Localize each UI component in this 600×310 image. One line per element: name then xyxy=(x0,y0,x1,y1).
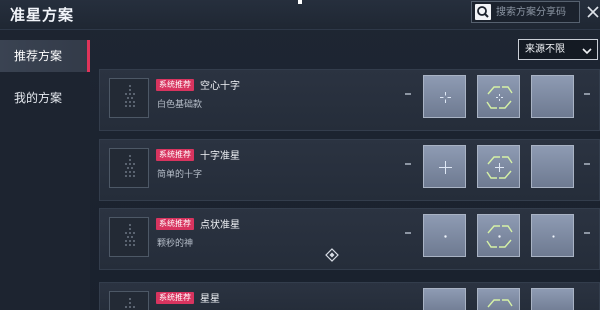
preview-center-crosshair xyxy=(423,288,466,310)
plan-card-dot[interactable]: 系统推荐 点状准星 颗秒的神 xyxy=(99,208,600,270)
preview-empty xyxy=(531,214,574,257)
divider-dash xyxy=(584,93,590,95)
source-filter-value: 来源不限 xyxy=(525,44,565,55)
plan-title: 空心十字 xyxy=(200,81,240,92)
diamond-icon xyxy=(325,247,339,262)
divider-dash xyxy=(584,163,590,165)
system-recommend-tag: 系统推荐 xyxy=(156,79,194,91)
crosshair-thumbnail xyxy=(109,291,149,310)
divider-dash xyxy=(405,163,411,165)
plan-card-cross[interactable]: 系统推荐 十字准星 简单的十字 xyxy=(99,139,600,201)
sidebar: 推荐方案 我的方案 xyxy=(0,30,90,310)
plan-title: 星星 xyxy=(200,294,220,305)
system-recommend-tag: 系统推荐 xyxy=(156,149,194,161)
page-title: 准星方案 xyxy=(10,6,75,24)
source-filter-dropdown[interactable]: 来源不限 xyxy=(518,39,598,60)
plan-title: 十字准星 xyxy=(200,151,240,162)
divider-dash xyxy=(405,93,411,95)
plan-description: 简单的十字 xyxy=(157,170,203,180)
app-window: 准星方案 推荐方案 我的方案 来源不限 xyxy=(0,0,600,310)
crosshair-thumbnail xyxy=(109,78,149,118)
sidebar-item-recommended[interactable]: 推荐方案 xyxy=(0,40,90,72)
divider-dash xyxy=(584,232,590,234)
preview-center-crosshair xyxy=(423,145,466,188)
plan-description: 白色基础款 xyxy=(157,100,203,110)
system-recommend-tag: 系统推荐 xyxy=(156,218,194,230)
search-input[interactable] xyxy=(496,4,576,20)
preview-dynamic-crosshair xyxy=(477,75,520,118)
plan-card-hollow-cross[interactable]: 系统推荐 空心十字 白色基础款 xyxy=(99,69,600,131)
preview-dynamic-crosshair xyxy=(477,288,520,310)
header-bar: 准星方案 xyxy=(0,0,600,30)
plan-card-star[interactable]: 系统推荐 星星 xyxy=(99,282,600,310)
sidebar-item-label: 推荐方案 xyxy=(14,49,63,63)
plan-description: 颗秒的神 xyxy=(157,239,194,249)
preview-center-crosshair xyxy=(423,75,466,118)
preview-dynamic-crosshair xyxy=(477,145,520,188)
plan-title: 点状准星 xyxy=(200,220,240,231)
sidebar-item-my-plans[interactable]: 我的方案 xyxy=(0,82,88,114)
preview-dynamic-crosshair xyxy=(477,214,520,257)
crosshair-thumbnail xyxy=(109,217,149,257)
close-icon[interactable] xyxy=(586,4,600,18)
system-recommend-tag: 系统推荐 xyxy=(156,292,194,304)
crosshair-thumbnail xyxy=(109,148,149,188)
preview-empty xyxy=(531,75,574,118)
search-icon[interactable] xyxy=(475,4,491,20)
sidebar-item-label: 我的方案 xyxy=(14,91,63,105)
preview-empty xyxy=(531,145,574,188)
top-marker xyxy=(298,0,302,4)
divider-dash xyxy=(405,232,411,234)
chevron-down-icon xyxy=(582,44,592,55)
preview-center-crosshair xyxy=(423,214,466,257)
preview-empty xyxy=(531,288,574,310)
search-box[interactable] xyxy=(471,1,580,23)
